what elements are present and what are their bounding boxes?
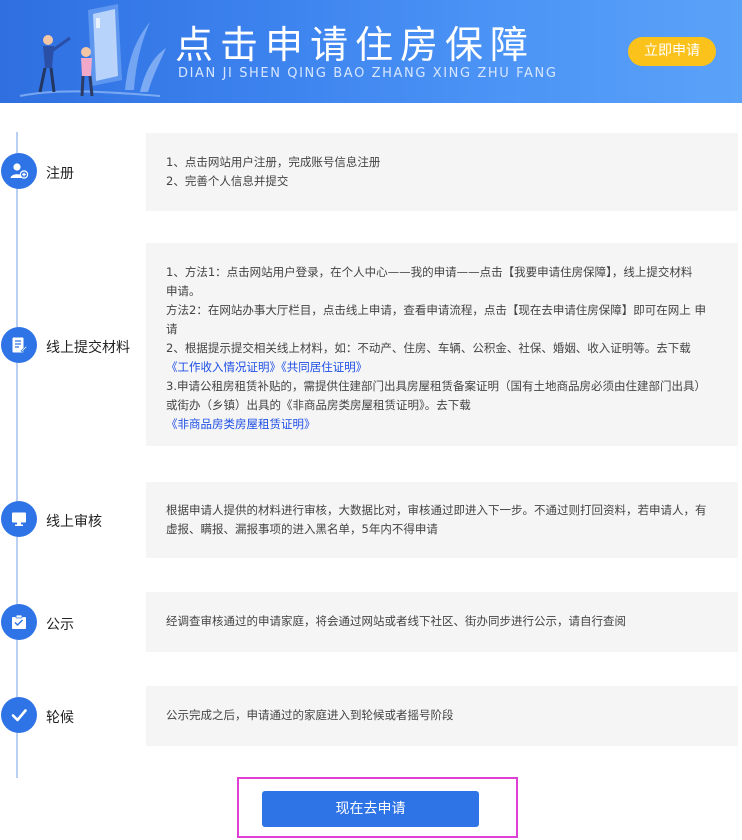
step-box-register: 1、点击网站用户注册，完成账号信息注册 2、完善个人信息并提交	[146, 133, 738, 211]
step-box-waiting: 公示完成之后，申请通过的家庭进入到轮候或者摇号阶段	[146, 686, 738, 746]
clipboard-icon	[1, 604, 37, 640]
timeline-line	[16, 132, 18, 778]
checkmark-icon	[1, 697, 37, 733]
document-edit-icon	[1, 327, 37, 363]
step-text-line: 3.申请公租房租赁补贴的，需提供住建部门出具房屋租赁备案证明（国有土地商品房必须…	[166, 379, 706, 393]
step-label-online-review: 线上审核	[46, 514, 102, 530]
step-text-line: 申请。	[166, 284, 201, 298]
header-banner: 点击申请住房保障 DIAN JI SHEN QING BAO ZHANG XIN…	[0, 0, 742, 103]
download-link-income-proof[interactable]: 《工作收入情况证明》	[166, 360, 281, 374]
step-text-line: 公示完成之后，申请通过的家庭进入到轮候或者摇号阶段	[166, 708, 454, 722]
banner-subtitle: DIAN JI SHEN QING BAO ZHANG XING ZHU FAN…	[178, 66, 558, 81]
step-box-publicity: 经调查审核通过的申请家庭，将会通过网站或者线下社区、街办同步进行公示，请自行查阅	[146, 592, 738, 652]
user-add-icon	[1, 153, 37, 189]
download-link-lease-proof[interactable]: 《非商品房类房屋租赁证明》	[166, 417, 316, 431]
step-text-line: 虚报、瞒报、漏报事项的进入黑名单，5年内不得申请	[166, 522, 438, 536]
step-text-line: 根据申请人提供的材料进行审核，大数据比对，审核通过即进入下一步。不通过则打回资料…	[166, 503, 707, 517]
step-text-line: 2、完善个人信息并提交	[166, 174, 289, 188]
step-box-online-review: 根据申请人提供的材料进行审核，大数据比对，审核通过即进入下一步。不通过则打回资料…	[146, 482, 738, 558]
step-text-line: 2、根据提示提交相关线上材料，如：不动产、住房、车辆、公积金、社保、婚姻、收入证…	[166, 341, 691, 355]
step-label-publicity: 公示	[46, 617, 74, 633]
step-text-line: 方法2：在网站办事大厅栏目，点击线上申请，查看申请流程，点击【现在去申请住房保障…	[166, 303, 706, 317]
apply-now-button[interactable]: 立即申请	[628, 37, 716, 66]
step-text-line: 或街办（乡镇）出具的《非商品房类房屋租赁证明》。去下载	[166, 398, 471, 412]
go-apply-button[interactable]: 现在去申请	[262, 791, 479, 827]
step-text-line: 请	[166, 322, 178, 336]
step-text-line: 经调查审核通过的申请家庭，将会通过网站或者线下社区、街办同步进行公示，请自行查阅	[166, 614, 626, 628]
step-label-register: 注册	[46, 166, 74, 182]
step-text-line: 1、方法1：点击网站用户登录，在个人中心——我的申请——点击【我要申请住房保障】…	[166, 265, 693, 279]
step-box-submit-materials: 1、方法1：点击网站用户登录，在个人中心——我的申请——点击【我要申请住房保障】…	[146, 243, 738, 446]
step-label-submit-materials: 线上提交材料	[46, 340, 130, 356]
step-label-waiting: 轮候	[46, 710, 74, 726]
monitor-icon	[1, 501, 37, 537]
download-link-cohabitation-proof[interactable]: 《共同居住证明》	[281, 360, 367, 374]
people-with-door-illustration	[19, 4, 166, 97]
banner-title: 点击申请住房保障	[175, 23, 536, 67]
step-text-line: 1、点击网站用户注册，完成账号信息注册	[166, 155, 381, 169]
